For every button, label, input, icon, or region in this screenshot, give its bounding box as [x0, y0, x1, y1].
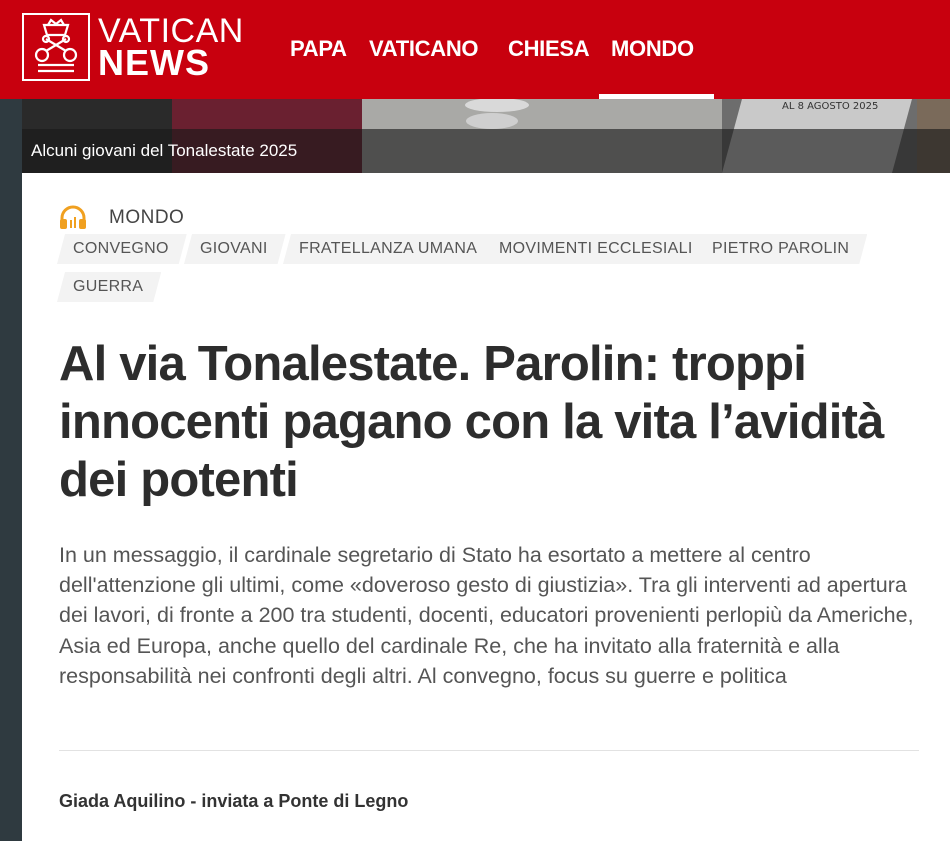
article-title: Al via Tonalestate. Parolin: troppi inno…	[59, 337, 884, 507]
nav-item-vaticano[interactable]: VATICANO	[369, 36, 479, 62]
svg-text:AL 8 AGOSTO 2025: AL 8 AGOSTO 2025	[782, 101, 878, 112]
section-link-mondo[interactable]: MONDO	[109, 207, 184, 229]
article-content: MONDO CONVEGNO GIOVANI FRATELLANZA UMANA…	[22, 173, 950, 841]
left-side-strip	[0, 99, 22, 841]
hero-caption: Alcuni giovani del Tonalestate 2025	[31, 141, 298, 160]
headphones-icon[interactable]	[59, 205, 87, 231]
site-header: VATICAN NEWS PAPA VATICANO CHIESA MONDO	[0, 0, 950, 99]
divider	[59, 750, 919, 751]
vatican-news-logo[interactable]: VATICAN NEWS	[22, 13, 243, 83]
nav-item-mondo[interactable]: MONDO	[611, 36, 694, 62]
tag-giovani[interactable]: GIOVANI	[184, 234, 286, 264]
hero-image: AL 8 AGOSTO 2025 Alcuni giovani del Tona…	[22, 99, 950, 173]
tag-guerra[interactable]: GUERRA	[57, 272, 161, 302]
tag-movimenti-ecclesiali[interactable]: MOVIMENTI ECCLESIALI	[483, 234, 711, 264]
papal-keys-emblem-icon	[22, 13, 90, 81]
logo-wordmark-news: NEWS	[98, 42, 210, 83]
nav-item-papa[interactable]: PAPA	[290, 36, 347, 62]
tag-pietro-parolin[interactable]: PIETRO PAROLIN	[696, 234, 867, 264]
hero-caption-bar: Alcuni giovani del Tonalestate 2025	[22, 129, 950, 173]
article-summary: In un messaggio, il cardinale segretario…	[59, 543, 914, 688]
tag-convegno[interactable]: CONVEGNO	[57, 234, 187, 264]
nav-item-chiesa[interactable]: CHIESA	[508, 36, 590, 62]
article-author: Giada Aquilino - inviata a Ponte di Legn…	[59, 791, 409, 811]
tag-fratellanza-umana[interactable]: FRATELLANZA UMANA	[283, 234, 495, 264]
